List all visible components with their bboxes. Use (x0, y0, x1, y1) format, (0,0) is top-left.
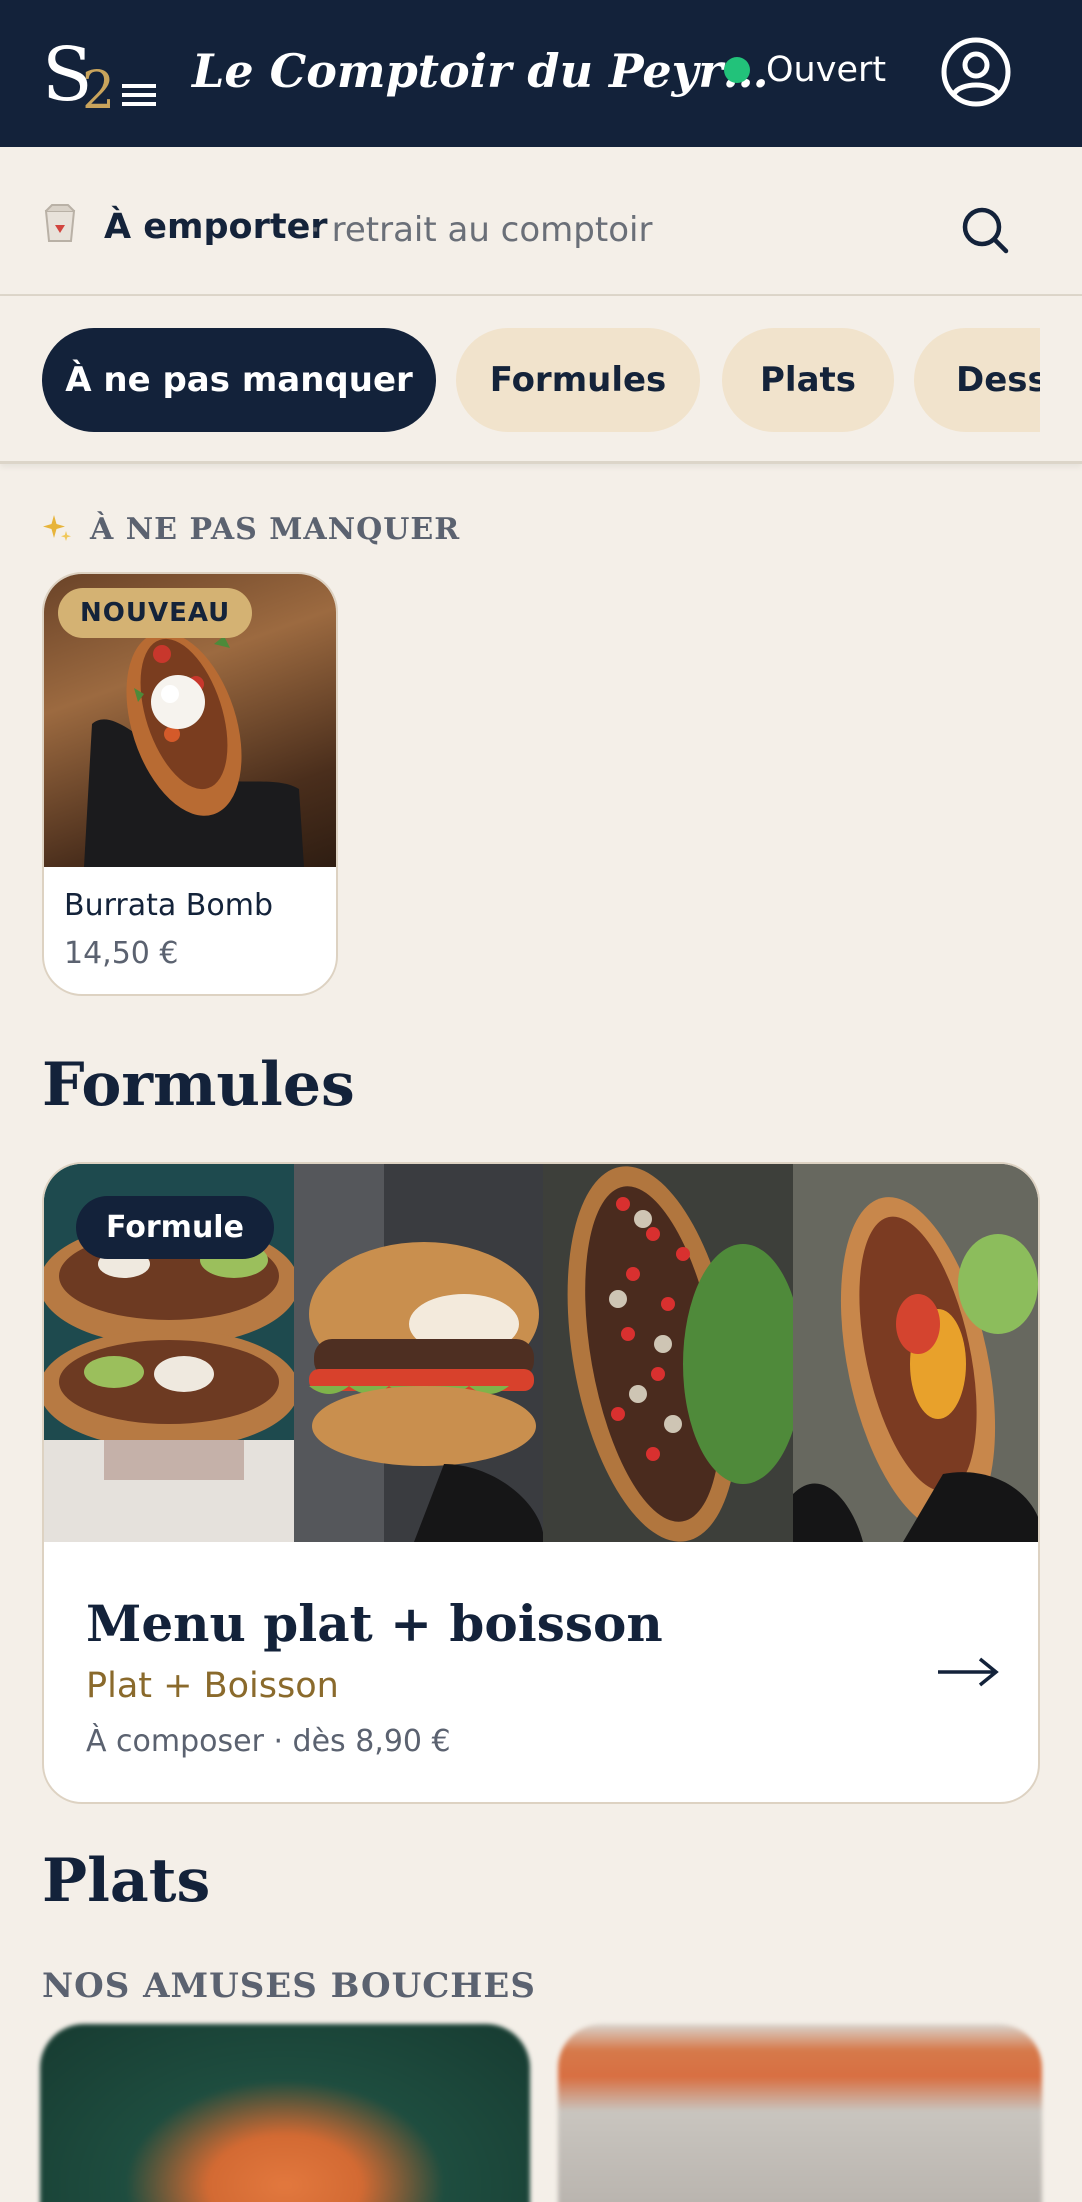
arrow-right-icon[interactable] (936, 1654, 1000, 1690)
plat-card-preview[interactable] (558, 2024, 1042, 2202)
status-label: Ouvert (766, 50, 887, 90)
formule-photo-sandwich (792, 1164, 1038, 1542)
order-mode-label: À emporter (104, 207, 328, 247)
section-eyebrow-amuses-bouches: NOS AMUSES BOUCHES (42, 1966, 536, 2006)
category-tab-a-ne-pas-manquer[interactable]: À ne pas manquer (42, 328, 436, 432)
formule-photo-bowl (543, 1164, 793, 1542)
formule-photo-strip: Formule (44, 1164, 1038, 1542)
product-photo: NOUVEAU (44, 574, 336, 867)
section-title-formules: Formules (42, 1050, 355, 1120)
category-nav: À ne pas manquer Formules Plats Desserts (0, 296, 1082, 464)
section-title-plats: Plats (42, 1846, 211, 1916)
formule-meta: À composer · dès 8,90 € (86, 1724, 451, 1759)
new-badge: NOUVEAU (58, 588, 253, 638)
product-name: Burrata Bomb (64, 888, 274, 923)
takeaway-bag-icon (44, 204, 76, 242)
account-icon[interactable] (940, 36, 1012, 108)
category-tab-plats[interactable]: Plats (722, 328, 894, 432)
formule-card-menu-plat-boisson[interactable]: Formule Menu plat + boisson Plat + Boiss… (42, 1162, 1040, 1804)
search-icon[interactable] (958, 203, 1012, 257)
svg-text:2: 2 (82, 61, 115, 114)
product-card-burrata-bomb[interactable]: NOUVEAU Burrata Bomb 14,50 € (42, 572, 338, 996)
app-header: S 2 Le Comptoir du Peyr… Ouvert (0, 0, 1082, 147)
formule-title: Menu plat + boisson (86, 1594, 663, 1653)
formule-badge: Formule (76, 1196, 274, 1259)
restaurant-name: Le Comptoir du Peyr… (192, 44, 769, 98)
order-mode-bar[interactable]: À emporter · retrait au comptoir (0, 147, 1082, 296)
open-status: Ouvert (724, 50, 886, 90)
category-tab-desserts[interactable]: Desserts (914, 328, 1040, 432)
plat-card-preview[interactable] (40, 2024, 530, 2202)
category-tab-formules[interactable]: Formules (456, 328, 700, 432)
status-dot-icon (724, 57, 750, 83)
section-eyebrow-highlights: À NE PAS MANQUER (90, 512, 461, 547)
category-scroller[interactable]: À ne pas manquer Formules Plats Desserts (42, 328, 1040, 434)
formule-photo-wraps: Formule (44, 1164, 294, 1542)
formule-subtitle: Plat + Boisson (86, 1666, 339, 1706)
sparkle-icon (43, 515, 71, 541)
logo-icon[interactable]: S 2 (42, 34, 158, 114)
formule-photo-burger (293, 1164, 543, 1542)
product-price: 14,50 € (64, 936, 179, 971)
order-mode-detail: · retrait au comptoir (310, 210, 653, 250)
